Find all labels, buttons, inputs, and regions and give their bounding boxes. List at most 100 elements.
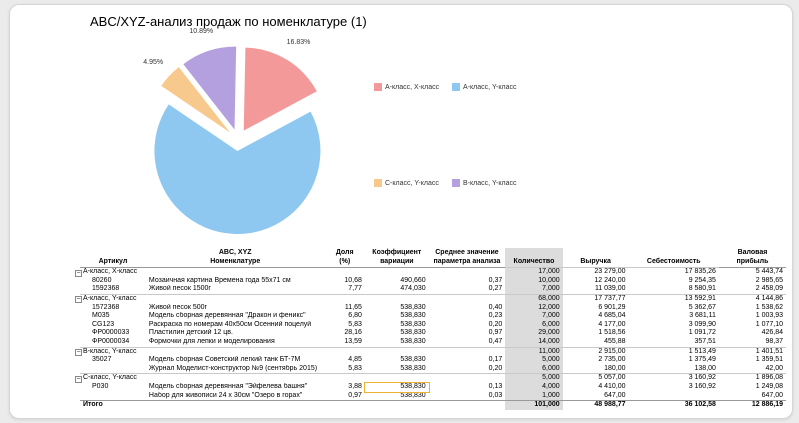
- revenue-cell[interactable]: 11 039,00: [563, 285, 629, 294]
- nomenclature-cell[interactable]: Формочки для лепки и моделирования: [146, 338, 325, 347]
- article-cell[interactable]: ФР0000033: [80, 329, 146, 338]
- nomenclature-cell[interactable]: Модель сборная деревянная "Эйфелева башн…: [146, 383, 325, 392]
- table-row[interactable]: 35027 Модель сборная Советский легкий тан…: [80, 356, 786, 365]
- cost-cell[interactable]: 3 160,92: [629, 383, 719, 392]
- coef-cell[interactable]: 538,830: [365, 312, 429, 321]
- coef-cell[interactable]: 538,830: [365, 365, 429, 374]
- table-row[interactable]: ФР0000034 Формочки для лепки и моделирова…: [80, 337, 786, 348]
- revenue-cell[interactable]: 6 901,29: [563, 304, 629, 313]
- group-row[interactable]: С-класс, Y-класс 5,000 5 057,00 3 160,92 1 8…: [80, 373, 786, 383]
- col-header-article[interactable]: Артикул: [80, 257, 146, 269]
- revenue-cell[interactable]: 2 735,00: [563, 356, 629, 365]
- avg-cell[interactable]: 0,20: [429, 321, 506, 330]
- share-cell[interactable]: 28,16: [325, 329, 365, 338]
- qty-cell[interactable]: 10,000: [505, 276, 563, 286]
- table-row[interactable]: M035 Модель сборная деревянная "Дракон и …: [80, 312, 786, 321]
- avg-cell[interactable]: 0,20: [429, 365, 506, 374]
- table-row[interactable]: 1592368 Живой песок 1500г 7,77 474,030 0,27 7…: [80, 285, 786, 295]
- share-cell[interactable]: 13,59: [325, 338, 365, 347]
- share-cell[interactable]: 0,97: [325, 392, 365, 401]
- cost-cell[interactable]: 1 375,49: [629, 356, 719, 365]
- nomenclature-cell[interactable]: Раскраска по номерам 40х50см Осенний поц…: [146, 321, 325, 330]
- profit-cell[interactable]: 42,00: [719, 365, 786, 374]
- group-row[interactable]: А-класс, Y-класс 68,000 17 737,77 13 592,91…: [80, 293, 786, 304]
- revenue-cell[interactable]: 4 685,04: [563, 312, 629, 321]
- profit-cell[interactable]: 98,37: [719, 338, 786, 347]
- legend-item[interactable]: B-класс, Y-класс: [452, 179, 516, 187]
- article-cell[interactable]: M035: [80, 312, 146, 321]
- pie-slice[interactable]: [154, 104, 321, 234]
- cost-cell[interactable]: 8 580,91: [629, 285, 719, 294]
- article-cell[interactable]: [80, 365, 146, 374]
- article-cell[interactable]: [80, 392, 146, 401]
- avg-cell[interactable]: 0,27: [429, 285, 506, 294]
- cost-cell[interactable]: 138,00: [629, 365, 719, 374]
- profit-cell[interactable]: 647,00: [719, 392, 786, 401]
- col-header-revenue[interactable]: Выручка: [563, 248, 629, 268]
- nomenclature-cell[interactable]: Модель сборная деревянная "Дракон и фени…: [146, 312, 325, 321]
- qty-cell[interactable]: 1,000: [505, 391, 563, 401]
- col-header-coef-1[interactable]: Коэффициент: [365, 248, 429, 258]
- revenue-cell[interactable]: 1 518,56: [563, 329, 629, 338]
- group-row[interactable]: B-класс, Y-класс 11,000 2 915,00 1 513,49 1 …: [80, 346, 786, 357]
- qty-cell[interactable]: 6,000: [505, 364, 563, 374]
- legend-item[interactable]: С-класс, Y-класс: [374, 179, 439, 187]
- qty-cell[interactable]: 7,000: [505, 312, 563, 321]
- coef-cell[interactable]: 474,030: [365, 285, 429, 294]
- nomenclature-cell[interactable]: Живой песок 500г: [146, 304, 325, 313]
- profit-cell[interactable]: 2 985,65: [719, 277, 786, 286]
- article-cell[interactable]: 35027: [80, 356, 146, 365]
- avg-cell[interactable]: 0,37: [429, 277, 506, 286]
- avg-cell[interactable]: 0,40: [429, 304, 506, 313]
- article-cell[interactable]: 80260: [80, 277, 146, 286]
- coef-cell[interactable]: 538,830: [365, 392, 429, 401]
- revenue-cell[interactable]: 180,00: [563, 365, 629, 374]
- revenue-cell[interactable]: 455,88: [563, 338, 629, 347]
- share-cell[interactable]: 10,68: [325, 277, 365, 286]
- nomenclature-cell[interactable]: Модель сборная Советский легкий танк БТ-…: [146, 356, 325, 365]
- avg-cell[interactable]: 0,23: [429, 312, 506, 321]
- cost-cell[interactable]: 5 362,67: [629, 304, 719, 313]
- qty-cell[interactable]: 29,000: [505, 329, 563, 338]
- table-row[interactable]: P030 Модель сборная деревянная "Эйфелева …: [80, 381, 786, 393]
- col-header-cost[interactable]: Себестоимость: [629, 248, 719, 268]
- avg-cell[interactable]: 0,97: [429, 329, 506, 338]
- table-row[interactable]: 80260 Мозаичная картина Времена года 55х7…: [80, 276, 786, 286]
- profit-cell[interactable]: 1 359,51: [719, 356, 786, 365]
- coef-cell[interactable]: 538,830: [365, 304, 429, 313]
- legend-item[interactable]: А-класс, X-класс: [374, 83, 439, 91]
- qty-cell[interactable]: 5,000: [505, 356, 563, 365]
- avg-cell[interactable]: 0,47: [429, 338, 506, 347]
- col-header-avg-1[interactable]: Среднее значение: [429, 248, 506, 258]
- profit-cell[interactable]: 1 249,08: [719, 383, 786, 392]
- cost-cell[interactable]: 1 091,72: [629, 329, 719, 338]
- col-header-qty[interactable]: Количество: [505, 248, 563, 268]
- qty-cell[interactable]: 4,000: [505, 382, 563, 392]
- revenue-cell[interactable]: 4 177,00: [563, 321, 629, 330]
- share-cell[interactable]: 3,88: [325, 383, 365, 392]
- table-row[interactable]: 1572368 Живой песок 500г 11,65 538,830 0,40 1…: [80, 303, 786, 313]
- qty-cell[interactable]: 7,000: [505, 285, 563, 295]
- table-row[interactable]: CG123 Раскраска по номерам 40х50см Осенни…: [80, 320, 786, 330]
- article-cell[interactable]: CG123: [80, 321, 146, 330]
- collapse-toggle-icon[interactable]: −: [75, 349, 82, 357]
- nomenclature-cell[interactable]: Мозаичная картина Времена года 55х71 см: [146, 277, 325, 286]
- collapse-toggle-icon[interactable]: −: [75, 375, 82, 383]
- share-cell[interactable]: 11,65: [325, 304, 365, 313]
- share-cell[interactable]: 5,83: [325, 321, 365, 330]
- table-row[interactable]: Набор для живописи 24 х 30см "Озеро в го…: [80, 391, 786, 401]
- qty-cell[interactable]: 14,000: [505, 337, 563, 348]
- share-cell[interactable]: 5,83: [325, 365, 365, 374]
- article-cell[interactable]: P030: [80, 383, 146, 392]
- revenue-cell[interactable]: 12 240,00: [563, 277, 629, 286]
- coef-cell[interactable]: 538,830: [365, 329, 429, 338]
- qty-cell[interactable]: 6,000: [505, 320, 563, 330]
- share-cell[interactable]: 6,80: [325, 312, 365, 321]
- article-cell[interactable]: 1592368: [80, 285, 146, 294]
- avg-cell[interactable]: 0,03: [429, 392, 506, 401]
- nomenclature-cell[interactable]: Журнал Моделист-конструктор №9 (сентябрь…: [146, 365, 325, 374]
- cost-cell[interactable]: 9 254,35: [629, 277, 719, 286]
- collapse-toggle-icon[interactable]: −: [75, 269, 82, 277]
- profit-cell[interactable]: 426,84: [719, 329, 786, 338]
- article-cell[interactable]: ФР0000034: [80, 338, 146, 347]
